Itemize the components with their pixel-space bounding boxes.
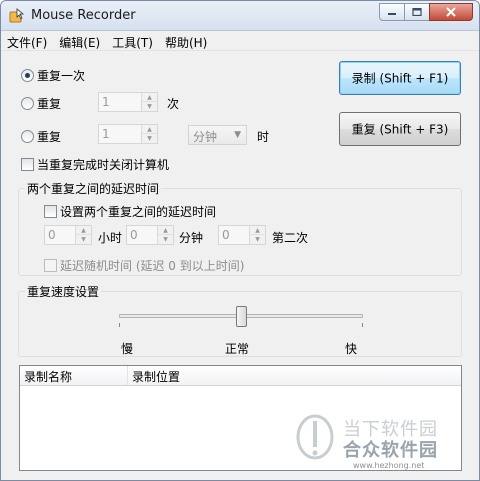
menu-help[interactable]: 帮助(H) bbox=[159, 31, 213, 50]
spinner-arrows: ▲ ▼ bbox=[141, 93, 157, 111]
delay-minutes-spinner[interactable]: 0 ▲ ▼ bbox=[126, 225, 174, 245]
spin-up-icon[interactable]: ▲ bbox=[142, 93, 157, 102]
delay-seconds-spinner[interactable]: 0 ▲ ▼ bbox=[218, 225, 266, 245]
delay-hours-label: 小时 bbox=[98, 231, 123, 245]
spin-down-icon[interactable]: ▼ bbox=[76, 235, 91, 244]
set-delay-label: 设置两个重复之间的延迟时间 bbox=[60, 205, 217, 219]
repeat-time-label: 重复 bbox=[37, 130, 62, 144]
spin-down-icon[interactable]: ▼ bbox=[158, 235, 173, 244]
spin-up-icon[interactable]: ▲ bbox=[158, 226, 173, 235]
main-window: Mouse Recorder 文件(F) 编辑(E) 工具(T) 帮助(H) 重… bbox=[0, 0, 480, 481]
title-bar[interactable]: Mouse Recorder bbox=[1, 1, 479, 31]
minimize-icon bbox=[388, 13, 396, 15]
window-controls bbox=[379, 3, 473, 21]
close-icon bbox=[446, 7, 456, 17]
time-unit-value: 分钟 bbox=[193, 130, 218, 144]
shutdown-checkbox[interactable] bbox=[21, 158, 34, 171]
menu-edit[interactable]: 编辑(E) bbox=[53, 31, 106, 50]
maximize-button[interactable] bbox=[404, 3, 430, 21]
radio-selected-dot bbox=[25, 73, 30, 78]
column-header-name[interactable]: 录制名称 bbox=[20, 366, 128, 385]
chevron-down-icon: ▼ bbox=[234, 130, 241, 140]
spinner-arrows: ▲ ▼ bbox=[75, 226, 91, 244]
repeat-time-suffix: 时 bbox=[257, 130, 270, 144]
watermark-line2: 合众软件园 bbox=[343, 440, 438, 461]
repeat-button[interactable]: 重复 (Shift + F3) bbox=[339, 112, 461, 146]
speed-fast-label: 快 bbox=[345, 342, 358, 356]
time-unit-select[interactable]: 分钟 ▼ bbox=[188, 125, 247, 145]
speed-group-title: 重复速度设置 bbox=[25, 283, 102, 300]
delay-hours-spinner[interactable]: 0 ▲ ▼ bbox=[44, 225, 92, 245]
repeat-times-unit: 次 bbox=[167, 97, 180, 111]
column-header-location[interactable]: 录制位置 bbox=[128, 366, 458, 385]
record-button-label: 录制 (Shift + F1) bbox=[351, 71, 449, 86]
list-header: 录制名称 录制位置 bbox=[20, 366, 461, 386]
record-button[interactable]: 录制 (Shift + F1) bbox=[339, 61, 461, 95]
repeat-time-value: 1 bbox=[102, 127, 110, 141]
shutdown-label: 当重复完成时关闭计算机 bbox=[37, 158, 170, 172]
repeat-time-spinner[interactable]: 1 ▲ ▼ bbox=[98, 124, 158, 144]
random-delay-label: 延迟随机时间 (延迟 0 到以上时间) bbox=[60, 259, 245, 273]
repeat-times-spinner[interactable]: 1 ▲ ▼ bbox=[98, 92, 158, 112]
spinner-arrows: ▲ ▼ bbox=[157, 226, 173, 244]
watermark-url: www.hezhong.net bbox=[353, 461, 425, 470]
menu-tools[interactable]: 工具(T) bbox=[106, 31, 159, 50]
random-delay-checkbox[interactable] bbox=[44, 259, 57, 272]
watermark: 当下软件园 合众软件园 www.hezhong.net bbox=[295, 413, 475, 479]
delay-group-title: 两个重复之间的延迟时间 bbox=[25, 180, 162, 197]
repeat-once-label: 重复一次 bbox=[37, 69, 86, 83]
window-title: Mouse Recorder bbox=[31, 8, 136, 23]
watermark-logo-icon bbox=[296, 414, 334, 460]
close-button[interactable] bbox=[429, 3, 473, 21]
menu-bar: 文件(F) 编辑(E) 工具(T) 帮助(H) bbox=[1, 31, 479, 51]
spin-up-icon[interactable]: ▲ bbox=[250, 226, 265, 235]
spin-up-icon[interactable]: ▲ bbox=[76, 226, 91, 235]
minimize-button[interactable] bbox=[379, 3, 405, 21]
delay-seconds-label: 第二次 bbox=[272, 231, 309, 245]
repeat-times-value: 1 bbox=[102, 95, 110, 109]
app-icon bbox=[9, 8, 25, 23]
repeat-time-radio[interactable] bbox=[21, 130, 34, 143]
speed-normal-label: 正常 bbox=[225, 342, 250, 356]
repeat-times-label: 重复 bbox=[37, 97, 62, 111]
slider-tick bbox=[362, 323, 363, 327]
spin-up-icon[interactable]: ▲ bbox=[142, 125, 157, 134]
delay-minutes-label: 分钟 bbox=[179, 231, 204, 245]
repeat-times-radio[interactable] bbox=[21, 97, 34, 110]
maximize-icon bbox=[412, 8, 422, 16]
menu-file[interactable]: 文件(F) bbox=[1, 31, 53, 50]
repeat-once-radio[interactable] bbox=[21, 69, 34, 82]
delay-hours-value: 0 bbox=[48, 228, 56, 242]
speed-slider-thumb[interactable] bbox=[235, 306, 247, 327]
set-delay-checkbox[interactable] bbox=[44, 205, 57, 218]
spin-down-icon[interactable]: ▼ bbox=[142, 102, 157, 111]
slider-tick bbox=[119, 323, 120, 327]
delay-seconds-value: 0 bbox=[222, 228, 230, 242]
spin-down-icon[interactable]: ▼ bbox=[250, 235, 265, 244]
spinner-arrows: ▲ ▼ bbox=[141, 125, 157, 143]
speed-slow-label: 慢 bbox=[121, 342, 134, 356]
spinner-arrows: ▲ ▼ bbox=[249, 226, 265, 244]
repeat-button-label: 重复 (Shift + F3) bbox=[351, 122, 449, 137]
spin-down-icon[interactable]: ▼ bbox=[142, 134, 157, 143]
delay-minutes-value: 0 bbox=[130, 228, 138, 242]
